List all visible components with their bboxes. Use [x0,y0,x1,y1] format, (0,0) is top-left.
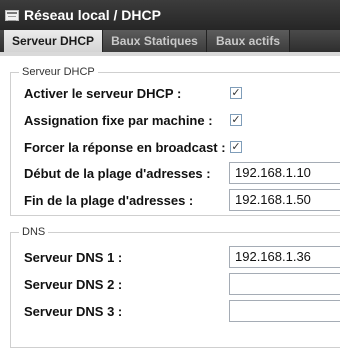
dns3-label: Serveur DNS 3 : [24,304,123,319]
fixed-assignment-label: Assignation fixe par machine : [24,113,213,128]
enable-dhcp-checkbox[interactable] [230,87,242,99]
tab-baux-actifs[interactable]: Baux actifs [207,30,290,52]
dns3-input[interactable] [229,300,340,322]
force-broadcast-label: Forcer la réponse en broadcast : [24,140,226,155]
tab-baux-statiques[interactable]: Baux Statiques [103,30,207,52]
tab-bar: Serveur DHCP Baux Statiques Baux actifs [0,30,340,52]
enable-dhcp-label: Activer le serveur DHCP : [24,86,182,101]
range-end-input[interactable]: 192.168.1.50 [229,189,340,211]
dns2-input[interactable] [229,273,340,295]
title-bar: Réseau local / DHCP [0,0,340,30]
network-icon [5,10,19,21]
dhcp-server-legend: Serveur DHCP [22,66,95,78]
fixed-assignment-checkbox[interactable] [230,114,242,126]
dns2-label: Serveur DNS 2 : [24,277,123,292]
force-broadcast-checkbox[interactable] [230,141,242,153]
dns-legend: DNS [22,226,46,238]
range-end-label: Fin de la plage d'adresses : [24,193,194,208]
range-start-input[interactable]: 192.168.1.10 [229,162,340,184]
window-title: Réseau local / DHCP [24,7,161,23]
dns1-input[interactable]: 192.168.1.36 [229,246,340,268]
tab-serveur-dhcp[interactable]: Serveur DHCP [4,30,103,52]
range-start-label: Début de la plage d'adresses : [24,166,211,181]
dhcp-settings-panel: Serveur DHCP Activer le serveur DHCP : A… [0,52,340,348]
dns1-label: Serveur DNS 1 : [24,250,123,265]
